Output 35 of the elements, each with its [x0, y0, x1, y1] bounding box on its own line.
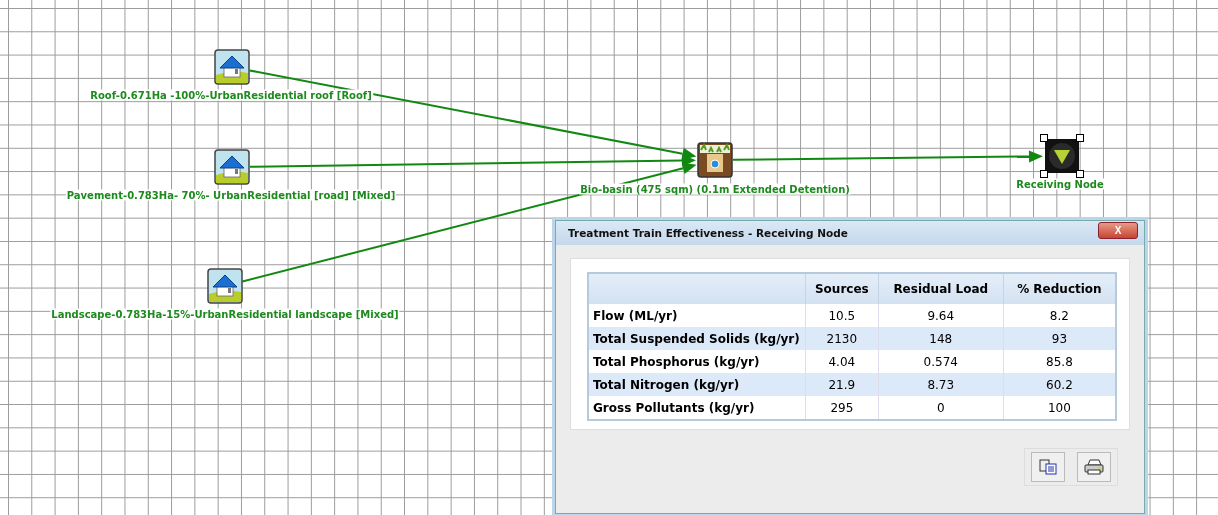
- table-cell: 60.2: [1003, 373, 1116, 396]
- row-label: Total Nitrogen (kg/yr): [588, 373, 806, 396]
- table-cell: 21.9: [805, 373, 879, 396]
- copy-icon: [1039, 459, 1057, 475]
- node-label: Roof-0.671Ha -100%-UrbanResidential roof [Roof]: [89, 89, 373, 101]
- copy-button[interactable]: [1031, 452, 1065, 482]
- table-cell: 100: [1003, 396, 1116, 420]
- table-cell: 2130: [805, 327, 879, 350]
- table-cell: 8.73: [878, 373, 1004, 396]
- print-button[interactable]: [1077, 452, 1111, 482]
- column-header: % Reduction: [1003, 273, 1116, 304]
- dialog-title: Treatment Train Effectiveness - Receiving Node: [568, 227, 848, 239]
- selection-handle[interactable]: [1076, 170, 1084, 178]
- node-label: Receiving Node: [1015, 178, 1105, 190]
- table-cell: 93: [1003, 327, 1116, 350]
- close-button[interactable]: X: [1098, 221, 1138, 239]
- column-header: Sources: [805, 273, 879, 304]
- house-icon[interactable]: [214, 49, 250, 85]
- row-label: Gross Pollutants (kg/yr): [588, 396, 806, 420]
- house-icon[interactable]: [207, 268, 243, 304]
- selection-handle[interactable]: [1040, 170, 1048, 178]
- table-cell: 148: [878, 327, 1004, 350]
- table-cell: 295: [805, 396, 879, 420]
- selection-handle[interactable]: [1040, 134, 1048, 142]
- node-label: Bio-basin (475 sqm) (0.1m Extended Detention): [579, 183, 851, 195]
- receiving-node-icon[interactable]: [1044, 138, 1080, 174]
- table-cell: 0: [878, 396, 1004, 420]
- row-label: Total Suspended Solids (kg/yr): [588, 327, 806, 350]
- bioretention-icon[interactable]: [697, 142, 733, 178]
- selection-handle[interactable]: [1076, 134, 1084, 142]
- node-label: Landscape-0.783Ha-15%-UrbanResidential landscape [Mixed]: [50, 308, 400, 320]
- printer-icon: [1084, 459, 1104, 475]
- house-icon[interactable]: [214, 149, 250, 185]
- column-header: Residual Load: [878, 273, 1004, 304]
- node-label: Pavement-0.783Ha- 70%- UrbanResidential [road] [Mixed]: [65, 189, 397, 201]
